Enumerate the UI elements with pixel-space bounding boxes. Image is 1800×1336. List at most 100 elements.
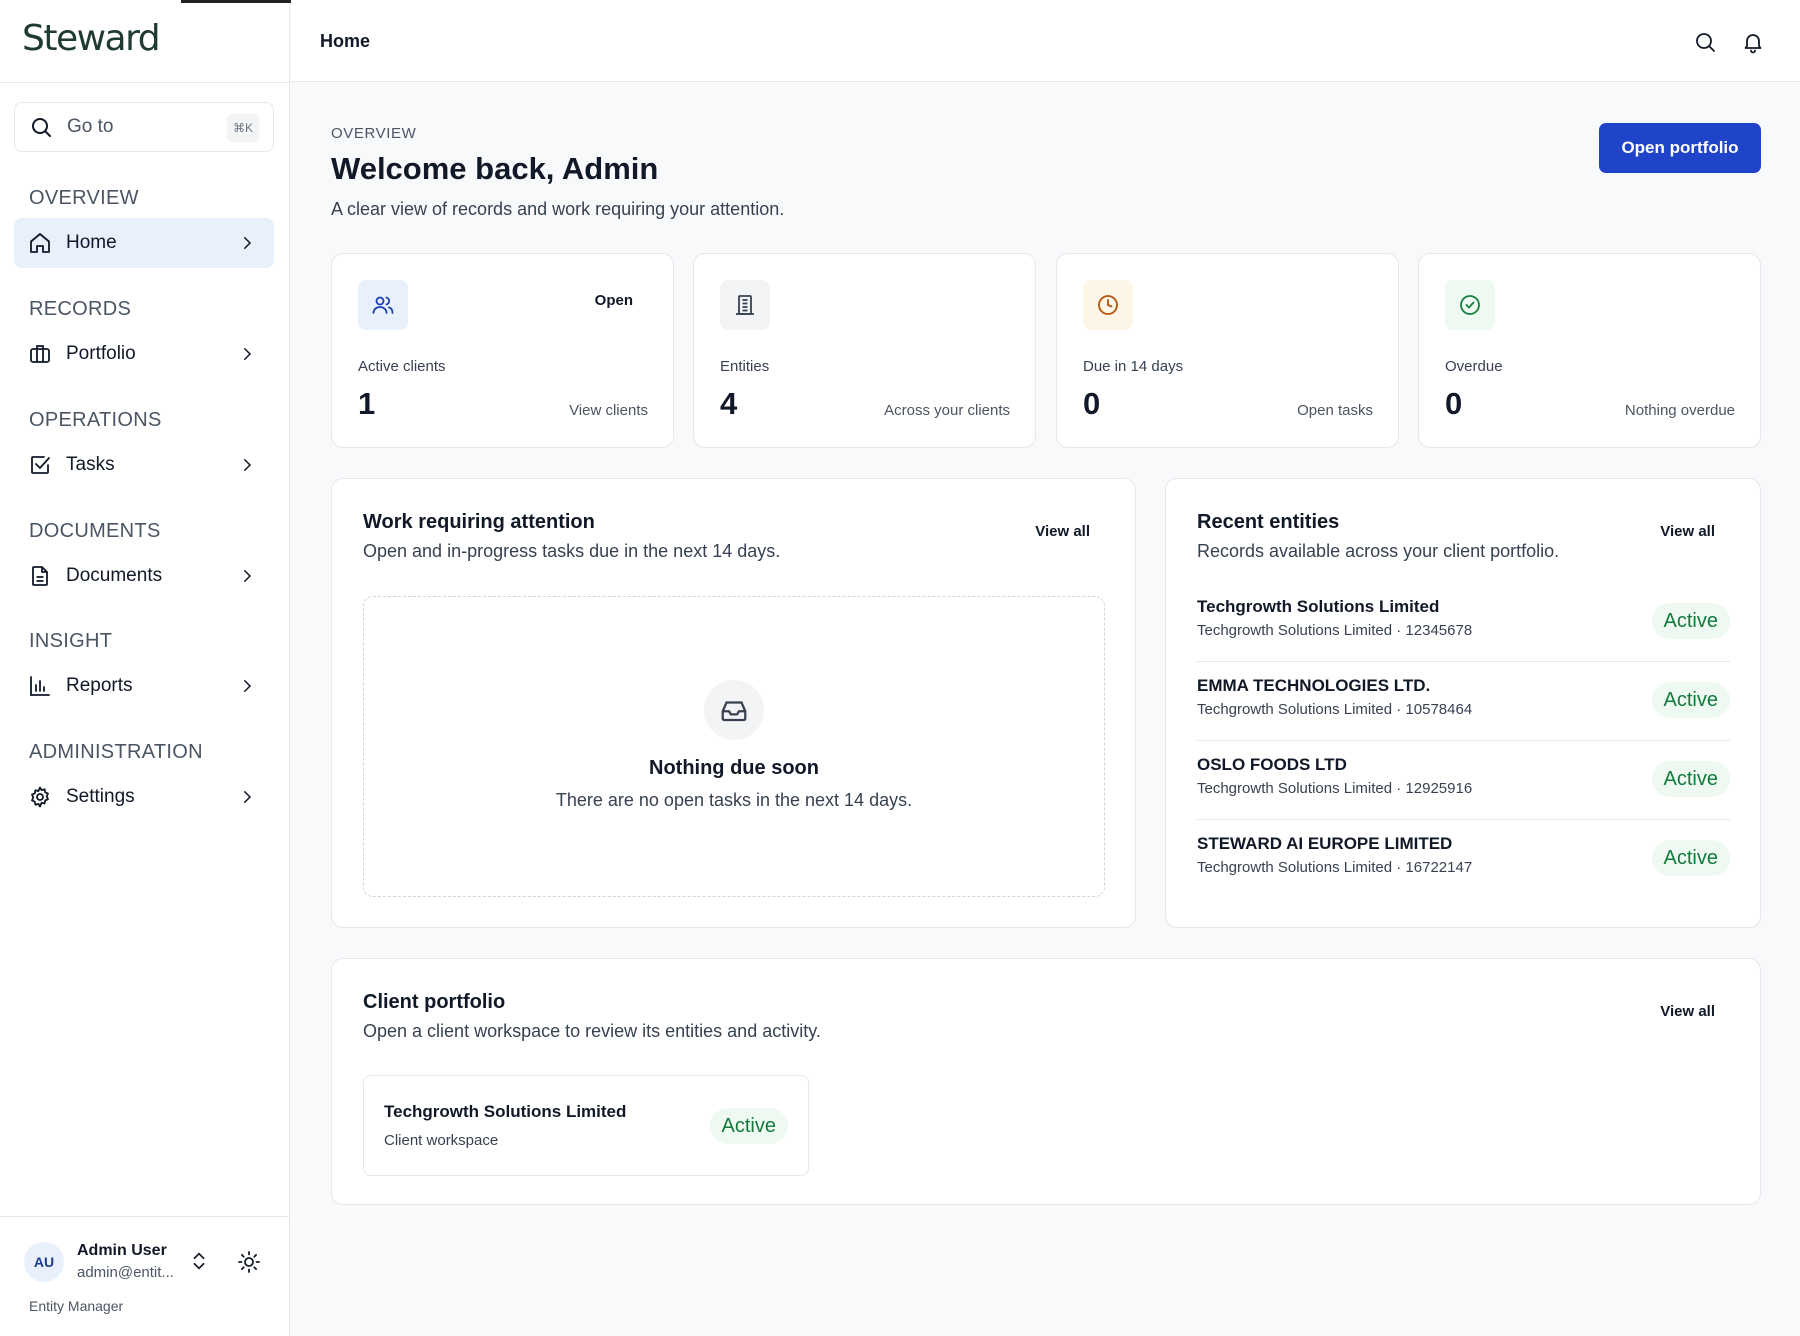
stat-value: 1 bbox=[358, 386, 376, 421]
stat-link[interactable]: View clients bbox=[569, 402, 648, 419]
status-badge: Active bbox=[709, 1108, 788, 1144]
sidebar-item-label: Documents bbox=[66, 565, 163, 586]
chevron-right-icon bbox=[244, 570, 252, 582]
briefcase-icon bbox=[30, 345, 50, 363]
list-item[interactable]: Techgrowth Solutions Limited Techgrowth … bbox=[1197, 583, 1730, 662]
stat-link: Across your clients bbox=[884, 402, 1010, 419]
stat-value: 0 bbox=[1445, 386, 1463, 421]
nav-section-records: RECORDS bbox=[29, 298, 132, 320]
stat-icon-wrap bbox=[1083, 280, 1133, 330]
status-badge: Active bbox=[1651, 840, 1730, 876]
bell-icon[interactable] bbox=[1741, 30, 1765, 54]
panel-subtitle: Open and in-progress tasks due in the ne… bbox=[363, 541, 781, 561]
entity-meta: Techgrowth Solutions Limited · 10578464 bbox=[1197, 701, 1473, 718]
check-circle-icon bbox=[1460, 295, 1480, 315]
stat-value: 4 bbox=[720, 386, 738, 421]
user-email: admin@entit... bbox=[77, 1264, 174, 1281]
panel-title: Client portfolio bbox=[363, 991, 506, 1013]
empty-subtitle: There are no open tasks in the next 14 d… bbox=[555, 790, 913, 810]
entity-name: Techgrowth Solutions Limited bbox=[1197, 597, 1440, 616]
users-icon bbox=[372, 296, 394, 314]
sidebar-item-home[interactable]: Home bbox=[14, 218, 274, 268]
search-icon[interactable] bbox=[1693, 30, 1717, 54]
client-meta: Client workspace bbox=[384, 1132, 499, 1149]
stat-link[interactable]: Open tasks bbox=[1297, 402, 1373, 419]
stat-label: Entities bbox=[720, 358, 770, 375]
empty-state: Nothing due soon There are no open tasks… bbox=[363, 596, 1105, 897]
chevron-right-icon bbox=[244, 237, 252, 249]
sidebar-item-label: Home bbox=[66, 232, 117, 253]
main-content: OVERVIEW Welcome back, Admin A clear vie… bbox=[291, 83, 1800, 1336]
stat-card-due-soon[interactable]: Due in 14 days 0 Open tasks bbox=[1056, 253, 1399, 448]
sidebar-item-label: Portfolio bbox=[66, 343, 136, 364]
stat-link: Nothing overdue bbox=[1624, 402, 1735, 419]
stat-card-overdue[interactable]: Overdue 0 Nothing overdue bbox=[1418, 253, 1761, 448]
nav-section-documents: DOCUMENTS bbox=[29, 520, 161, 542]
entity-name: OSLO FOODS LTD bbox=[1197, 755, 1347, 774]
client-card[interactable]: Techgrowth Solutions Limited Client work… bbox=[363, 1075, 809, 1176]
sidebar-item-settings[interactable]: Settings bbox=[14, 772, 274, 822]
page-title: Welcome back, Admin bbox=[331, 151, 659, 186]
clock-icon bbox=[1098, 295, 1118, 315]
chevron-right-icon bbox=[244, 680, 252, 692]
building-icon bbox=[736, 295, 754, 315]
entity-meta: Techgrowth Solutions Limited · 12925916 bbox=[1197, 780, 1473, 797]
sidebar-item-tasks[interactable]: Tasks bbox=[14, 440, 274, 490]
goto-search[interactable]: Go to ⌘K bbox=[14, 102, 274, 152]
search-icon bbox=[32, 118, 51, 137]
panel-subtitle: Open a client workspace to review its en… bbox=[363, 1021, 821, 1041]
view-all-link[interactable]: View all bbox=[1660, 1003, 1715, 1020]
sidebar-item-documents[interactable]: Documents bbox=[14, 551, 274, 601]
entity-name: EMMA TECHNOLOGIES LTD. bbox=[1197, 676, 1431, 695]
stat-icon-wrap bbox=[720, 280, 770, 330]
stat-card-entities[interactable]: Entities 4 Across your clients bbox=[693, 253, 1036, 448]
sidebar-item-reports[interactable]: Reports bbox=[14, 661, 274, 711]
work-panel: Work requiring attention Open and in-pro… bbox=[331, 478, 1136, 928]
chevron-right-icon bbox=[244, 791, 252, 803]
checkbox-icon bbox=[31, 456, 50, 474]
open-portfolio-button[interactable]: Open portfolio bbox=[1599, 123, 1761, 173]
panel-title: Recent entities bbox=[1197, 511, 1340, 533]
nav-section-administration: ADMINISTRATION bbox=[29, 741, 203, 763]
view-all-link[interactable]: View all bbox=[1660, 523, 1715, 540]
chevron-right-icon bbox=[244, 348, 252, 360]
document-icon bbox=[32, 566, 48, 586]
view-all-link[interactable]: View all bbox=[1035, 523, 1090, 540]
gear-icon bbox=[31, 786, 49, 808]
list-item[interactable]: EMMA TECHNOLOGIES LTD. Techgrowth Soluti… bbox=[1197, 662, 1730, 741]
shortcut-badge: ⌘K bbox=[227, 114, 259, 142]
app-logo[interactable]: Steward bbox=[22, 18, 161, 59]
stat-icon-wrap bbox=[358, 280, 408, 330]
chevrons-up-down-icon[interactable] bbox=[188, 1250, 210, 1272]
client-portfolio-panel: Client portfolio Open a client workspace… bbox=[331, 958, 1761, 1205]
list-item[interactable]: OSLO FOODS LTD Techgrowth Solutions Limi… bbox=[1197, 741, 1730, 820]
bar-chart-icon bbox=[30, 676, 50, 696]
stat-card-active-clients[interactable]: Open Active clients 1 View clients bbox=[331, 253, 674, 448]
user-name: Admin User bbox=[77, 1242, 167, 1259]
list-item[interactable]: STEWARD AI EUROPE LIMITED Techgrowth Sol… bbox=[1197, 820, 1730, 899]
stat-icon-wrap bbox=[1445, 280, 1495, 330]
stat-label: Due in 14 days bbox=[1083, 358, 1184, 375]
entity-meta: Techgrowth Solutions Limited · 12345678 bbox=[1197, 622, 1473, 639]
panel-subtitle: Records available across your client por… bbox=[1197, 541, 1560, 561]
sidebar-item-portfolio[interactable]: Portfolio bbox=[14, 329, 274, 379]
breadcrumb: Home bbox=[320, 31, 371, 51]
client-name: Techgrowth Solutions Limited bbox=[384, 1102, 627, 1121]
page-subtitle: A clear view of records and work requiri… bbox=[331, 199, 785, 219]
status-badge: Active bbox=[1651, 603, 1730, 639]
empty-icon-wrap bbox=[704, 680, 764, 740]
status-badge: Active bbox=[1651, 682, 1730, 718]
entity-name: STEWARD AI EUROPE LIMITED bbox=[1197, 834, 1453, 853]
panel-title: Work requiring attention bbox=[363, 511, 595, 533]
sidebar-item-label: Tasks bbox=[66, 454, 115, 475]
recent-entities-panel: Recent entities Records available across… bbox=[1165, 478, 1761, 928]
user-divider bbox=[0, 1216, 290, 1217]
sun-icon[interactable] bbox=[237, 1250, 261, 1274]
topbar: Home bbox=[291, 0, 1800, 82]
avatar[interactable]: AU bbox=[24, 1242, 64, 1282]
empty-title: Nothing due soon bbox=[649, 757, 819, 779]
stat-tag[interactable]: Open bbox=[595, 292, 633, 309]
nav-section-operations: OPERATIONS bbox=[29, 409, 162, 431]
entity-meta: Techgrowth Solutions Limited · 16722147 bbox=[1197, 859, 1473, 876]
sidebar: Steward Go to ⌘K OVERVIEW Home RECORDS P… bbox=[0, 0, 290, 1336]
